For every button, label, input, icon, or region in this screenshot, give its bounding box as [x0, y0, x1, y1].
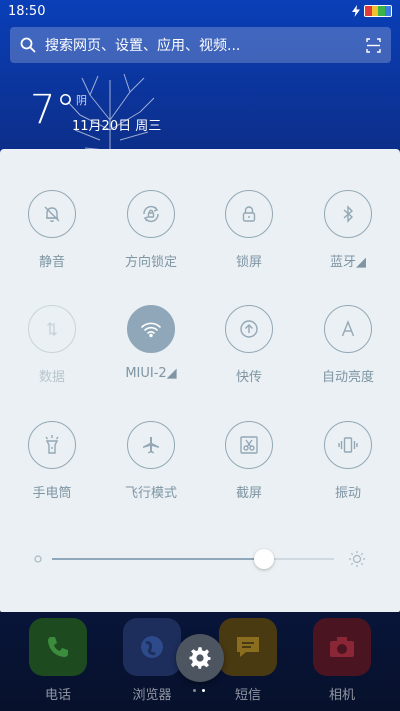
status-time: 18:50: [8, 4, 46, 19]
weather-condition: 阴: [76, 94, 87, 107]
dock-label: 电话: [44, 688, 71, 703]
toggle-quick-transfer[interactable]: 快传: [204, 305, 294, 385]
toggle-rotation-lock[interactable]: 方向锁定: [106, 190, 196, 270]
dock-label: 相机: [328, 688, 355, 703]
page-dot: [193, 689, 196, 692]
toggle-label: 方向锁定: [124, 255, 177, 270]
settings-button[interactable]: [176, 634, 224, 682]
quick-settings-panel: 静音 方向锁定 锁屏 蓝牙◢ 数据 MIUI-2◢ 快传 自动亮度 手电筒 飞行…: [0, 149, 400, 612]
toggle-label: 手电筒: [32, 486, 72, 501]
toggle-label: 自动亮度: [321, 370, 374, 385]
bluetooth-icon: [324, 190, 372, 238]
scan-icon[interactable]: [366, 37, 381, 53]
toggle-label: 锁屏: [235, 255, 262, 270]
dock-item-camera[interactable]: 相机: [312, 612, 372, 703]
rotation-lock-icon: [127, 190, 175, 238]
toggle-label: MIUI-2◢: [125, 366, 177, 381]
toggle-label: 振动: [334, 486, 361, 501]
brightness-fill: [52, 558, 264, 560]
dock-label: 浏览器: [132, 688, 172, 703]
weather-temperature: 7°: [30, 87, 76, 133]
message-icon: [219, 618, 277, 676]
vibrate-icon: [324, 421, 372, 469]
dock-label: 短信: [234, 688, 261, 703]
toggle-airplane[interactable]: 飞行模式: [106, 421, 196, 501]
gear-icon: [189, 647, 211, 669]
dock-item-messages[interactable]: 短信: [218, 612, 278, 703]
battery-icon: [364, 5, 392, 17]
toggle-bluetooth[interactable]: 蓝牙◢: [303, 190, 393, 270]
mute-bell-icon: [28, 190, 76, 238]
dock-item-phone[interactable]: 电话: [28, 612, 88, 703]
toggle-lock-screen[interactable]: 锁屏: [204, 190, 294, 270]
toggle-screenshot[interactable]: 截屏: [204, 421, 294, 501]
flashlight-icon: [28, 421, 76, 469]
page-indicator: [193, 689, 205, 692]
camera-icon: [313, 618, 371, 676]
toggle-mobile-data[interactable]: 数据: [7, 305, 97, 385]
weather-date: 11月20日 周三: [72, 119, 162, 134]
screenshot-icon: [225, 421, 273, 469]
quick-transfer-icon: [225, 305, 273, 353]
phone-icon: [29, 618, 87, 676]
page-dot-active: [202, 689, 205, 692]
toggle-auto-brightness[interactable]: 自动亮度: [303, 305, 393, 385]
charging-icon: [352, 5, 360, 17]
airplane-icon: [127, 421, 175, 469]
brightness-track[interactable]: [52, 558, 334, 560]
mobile-data-icon: [28, 305, 76, 353]
status-indicators: [352, 5, 392, 17]
toggle-label: 数据: [38, 370, 65, 385]
dock-item-browser[interactable]: 浏览器: [122, 612, 182, 703]
toggle-mute[interactable]: 静音: [7, 190, 97, 270]
auto-brightness-icon: [324, 305, 372, 353]
toggle-label: 静音: [38, 255, 65, 270]
toggle-wifi[interactable]: MIUI-2◢: [106, 305, 196, 381]
toggle-label: 截屏: [235, 486, 262, 501]
brightness-high-icon: [349, 551, 365, 567]
status-bar: 18:50: [0, 0, 400, 24]
lock-icon: [225, 190, 273, 238]
brightness-thumb[interactable]: [253, 549, 274, 569]
toggle-label: 飞行模式: [124, 486, 177, 501]
toggle-flashlight[interactable]: 手电筒: [7, 421, 97, 501]
search-input[interactable]: 搜索网页、设置、应用、视频...: [45, 35, 366, 55]
search-icon: [20, 37, 36, 53]
wifi-icon: [127, 305, 175, 353]
toggle-label: 快传: [235, 370, 262, 385]
toggle-vibrate[interactable]: 振动: [303, 421, 393, 501]
browser-icon: [123, 618, 181, 676]
search-bar[interactable]: 搜索网页、设置、应用、视频...: [10, 27, 391, 63]
brightness-slider[interactable]: [30, 544, 370, 574]
toggle-label: 蓝牙◢: [330, 255, 366, 270]
brightness-low-icon: [34, 555, 42, 563]
